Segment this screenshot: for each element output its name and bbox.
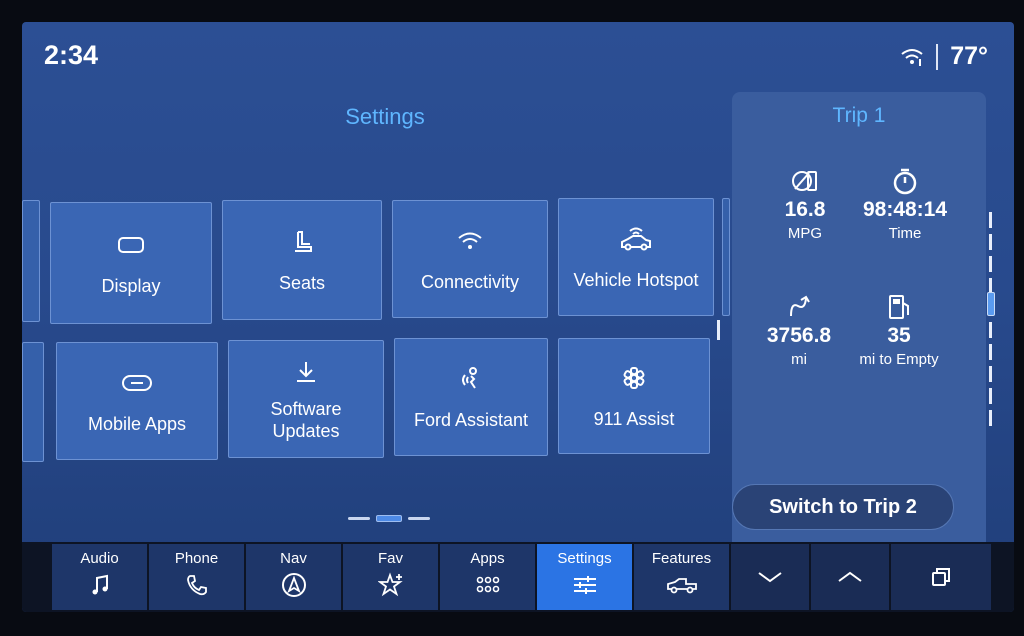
tile-label: Software Updates <box>270 399 342 441</box>
tile-display[interactable]: Display <box>50 202 212 324</box>
nav-scroll-up[interactable] <box>811 544 889 610</box>
switch-trip-button[interactable]: Switch to Trip 2 <box>732 484 954 530</box>
navigation-icon <box>281 570 307 600</box>
partial-tile-left-bottom <box>22 342 44 462</box>
bottom-nav: Audio Phone Nav Fav Apps Settings Featur… <box>22 542 1014 612</box>
stat-unit: mi to Empty <box>859 351 939 368</box>
nav-settings[interactable]: Settings <box>537 544 632 610</box>
page-dot[interactable] <box>408 517 430 520</box>
nav-label: Settings <box>557 550 612 567</box>
link-icon <box>121 367 153 399</box>
nav-fav[interactable]: Fav <box>343 544 438 610</box>
infotainment-screen: 2:34 77° Settings Display Seats Connecti… <box>22 22 1014 612</box>
page-dot-active[interactable] <box>376 515 402 522</box>
tile-vehicle-hotspot[interactable]: Vehicle Hotspot <box>558 198 714 316</box>
partial-tile-right-top <box>722 198 730 316</box>
nav-label: Fav <box>377 550 403 567</box>
chevron-up-icon <box>837 562 863 592</box>
nav-label: Audio <box>80 550 119 567</box>
page-indicator <box>348 515 430 522</box>
apps-grid-icon <box>476 570 500 600</box>
stat-unit: mi <box>791 351 807 368</box>
phone-icon <box>185 570 209 600</box>
tile-mobile-apps[interactable]: Mobile Apps <box>56 342 218 460</box>
tile-911-assist[interactable]: 911 Assist <box>558 338 710 454</box>
scroll-track <box>989 212 992 432</box>
stat-value: 16.8 <box>784 198 826 221</box>
tile-label: Connectivity <box>420 272 520 292</box>
stat-fuel-economy: 16.8 MPG <box>750 166 860 242</box>
page-title: Settings <box>345 104 425 129</box>
windows-icon <box>930 562 952 592</box>
nav-windows[interactable] <box>891 544 991 610</box>
nav-scroll-down[interactable] <box>731 544 809 610</box>
stopwatch-icon <box>850 166 960 196</box>
status-area: 77° <box>900 42 988 71</box>
page-dot[interactable] <box>348 517 370 520</box>
tile-connectivity[interactable]: Connectivity <box>392 200 548 318</box>
trip-panel: Trip 1 16.8 MPG 98:48:14 Time 3756.8 mi … <box>732 92 986 552</box>
fuel-pump-icon <box>844 292 954 322</box>
voice-icon <box>458 363 484 395</box>
tile-label: Seats <box>278 273 326 293</box>
stat-distance: 3756.8 mi <box>744 292 854 368</box>
wifi-status-icon <box>900 47 924 67</box>
star-icon <box>377 570 404 600</box>
nav-features[interactable]: Features <box>634 544 729 610</box>
nav-phone[interactable]: Phone <box>149 544 244 610</box>
nav-label: Apps <box>470 550 505 567</box>
nav-apps[interactable]: Apps <box>440 544 535 610</box>
stat-value: 3756.8 <box>766 324 832 347</box>
outside-temperature: 77° <box>950 42 988 70</box>
download-icon <box>294 356 318 388</box>
tile-software-updates[interactable]: Software Updates <box>228 340 384 458</box>
clock: 2:34 <box>44 40 99 70</box>
distance-icon <box>744 292 854 322</box>
tile-ford-assistant[interactable]: Ford Assistant <box>394 338 548 456</box>
nav-nav[interactable]: Nav <box>246 544 341 610</box>
stat-unit: MPG <box>787 225 823 242</box>
stat-value: 98:48:14 <box>862 198 948 221</box>
partial-tile-left-top <box>22 200 40 322</box>
hotspot-icon <box>619 223 653 255</box>
stat-unit: Time <box>888 225 922 242</box>
nav-audio[interactable]: Audio <box>52 544 147 610</box>
content-scroll-marker <box>717 320 720 340</box>
tile-seats[interactable]: Seats <box>222 200 382 320</box>
trip-scrollbar[interactable] <box>987 212 995 432</box>
fuel-economy-icon <box>750 166 860 196</box>
wifi-icon <box>457 225 483 257</box>
truck-icon <box>666 570 698 600</box>
tile-label: 911 Assist <box>593 409 675 429</box>
scroll-thumb[interactable] <box>987 292 995 316</box>
stat-value: 35 <box>887 324 911 347</box>
nav-label: Nav <box>280 550 307 567</box>
music-note-icon <box>91 570 109 600</box>
chevron-down-icon <box>757 562 783 592</box>
emergency-icon <box>622 362 646 394</box>
tile-label: Display <box>101 276 161 296</box>
nav-label: Phone <box>174 550 219 567</box>
tile-label: Vehicle Hotspot <box>573 270 699 290</box>
sliders-icon <box>572 570 598 600</box>
display-icon <box>117 229 145 261</box>
tile-label: Ford Assistant <box>413 410 529 430</box>
stat-time: 98:48:14 Time <box>850 166 960 242</box>
nav-label: Features <box>651 550 712 567</box>
seat-icon <box>289 226 315 258</box>
tile-label: Mobile Apps <box>87 414 187 434</box>
trip-title: Trip 1 <box>832 104 886 127</box>
stat-range: 35 mi to Empty <box>844 292 954 368</box>
status-divider <box>936 43 939 70</box>
